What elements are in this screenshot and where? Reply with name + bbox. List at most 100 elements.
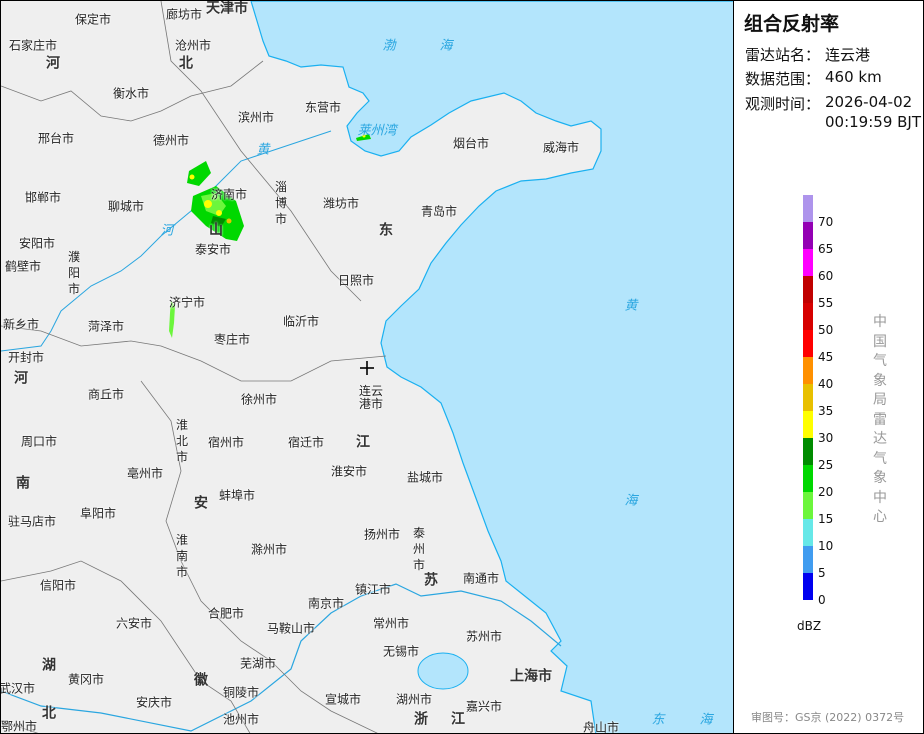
province-label: 东 xyxy=(379,222,393,239)
city-label: 六安市 xyxy=(115,616,153,631)
city-label: 安阳市 xyxy=(18,236,56,251)
city-label: 扬州市 xyxy=(363,527,401,542)
city-label: 淮安市 xyxy=(330,464,368,479)
city-label: 临沂市 xyxy=(282,314,320,329)
organization-label: 中国气象局雷达气象中心 xyxy=(873,314,887,525)
station-label: 雷达站名： xyxy=(745,46,821,64)
province-label: 浙 xyxy=(414,711,428,728)
city-label: 滨州市 xyxy=(237,110,275,125)
city-label: 芜湖市 xyxy=(239,656,277,671)
city-label: 泰安市 xyxy=(194,242,232,257)
city-label: 衡水市 xyxy=(112,86,150,101)
province-label: 徽 xyxy=(194,672,208,689)
city-label: 日照市 xyxy=(337,273,375,288)
time-row: 观测时间： 2026-04-02 00:19:59 BJT xyxy=(745,93,921,131)
city-label-vertical: 淮南市 xyxy=(175,533,188,579)
city-label: 商丘市 xyxy=(87,387,125,402)
time-value: 00:19:59 BJT xyxy=(825,113,922,131)
city-label: 邯郸市 xyxy=(24,190,62,205)
sea-label: 渤 xyxy=(382,38,396,54)
province-label: 湖 xyxy=(42,657,56,674)
city-label: 宿州市 xyxy=(207,435,245,450)
legend-swatch xyxy=(803,195,813,222)
city-label: 烟台市 xyxy=(452,136,490,151)
sea-label: 海 xyxy=(439,38,453,54)
city-label: 聊城市 xyxy=(107,199,145,214)
city-label: 嘉兴市 xyxy=(465,699,503,714)
city-label: 东营市 xyxy=(304,100,342,115)
city-label: 枣庄市 xyxy=(213,332,251,347)
city-label: 徐州市 xyxy=(240,392,278,407)
city-label: 阜阳市 xyxy=(79,506,117,521)
city-label: 济南市 xyxy=(210,187,248,202)
legend-swatch xyxy=(803,384,813,411)
legend-swatch xyxy=(803,222,813,249)
info-panel: 组合反射率 雷达站名： 连云港 数据范围： 460 km 观测时间： 2026-04-… xyxy=(734,0,924,734)
legend-tick: 35 xyxy=(818,404,834,418)
city-label: 信阳市 xyxy=(39,578,77,593)
radar-map[interactable]: 保定市 廊坊市 石家庄市 沧州市 衡水市 滨州市 东营市 德州市 邢台市 济南市… xyxy=(0,0,734,734)
city-label: 常州市 xyxy=(372,616,410,631)
legend-unit: dBZ xyxy=(797,619,822,633)
city-label: 石家庄市 xyxy=(8,38,58,53)
range-row: 数据范围： 460 km xyxy=(745,68,882,89)
map-approval-number: 审图号：GS京 (2022) 0372号 xyxy=(751,711,905,724)
province-label: 北 xyxy=(42,705,56,722)
legend-swatch xyxy=(803,519,813,546)
time-label: 观测时间： xyxy=(745,95,821,113)
city-label: 蚌埠市 xyxy=(218,488,256,503)
city-label: 廊坊市 xyxy=(165,7,203,22)
sea-label: 东 xyxy=(651,712,665,728)
province-label: 南 xyxy=(16,475,30,492)
province-label: 北 xyxy=(179,55,193,72)
city-label: 鄂州市 xyxy=(0,719,38,734)
date-value: 2026-04-02 xyxy=(825,93,913,111)
city-label: 镇江市 xyxy=(354,582,392,597)
city-label: 南京市 xyxy=(307,596,345,611)
city-label: 黄冈市 xyxy=(67,672,105,687)
city-label: 铜陵市 xyxy=(222,685,260,700)
province-label: 江 xyxy=(451,711,465,728)
legend-tick: 65 xyxy=(818,242,834,256)
legend-tick: 60 xyxy=(818,269,834,283)
taihu-lake xyxy=(417,652,469,690)
legend-swatch xyxy=(803,276,813,303)
legend-tick: 0 xyxy=(818,593,826,607)
city-label: 邢台市 xyxy=(37,131,75,146)
station-row: 雷达站名： 连云港 xyxy=(745,44,870,65)
city-label: 驻马店市 xyxy=(7,514,57,529)
province-label: 上海市 xyxy=(510,668,552,685)
legend-tick: 45 xyxy=(818,350,834,364)
range-value: 460 km xyxy=(825,68,882,86)
province-label: 苏 xyxy=(424,572,438,589)
radar-site-crosshair-icon xyxy=(360,361,374,375)
province-label: 山 xyxy=(209,222,223,239)
city-label: 德州市 xyxy=(152,133,190,148)
city-label: 沧州市 xyxy=(174,38,212,53)
city-label: 周口市 xyxy=(20,434,58,449)
city-label: 合肥市 xyxy=(207,606,245,621)
province-label: 天津市 xyxy=(206,0,248,17)
product-title: 组合反射率 xyxy=(744,13,840,35)
city-label: 潍坊市 xyxy=(322,196,360,211)
city-label: 舟山市 xyxy=(582,720,620,734)
legend-tick: 50 xyxy=(818,323,834,337)
province-label: 江 xyxy=(356,434,370,451)
legend-swatch xyxy=(803,357,813,384)
legend-tick: 25 xyxy=(818,458,834,472)
sea-label: 黄 xyxy=(624,298,638,314)
station-value: 连云港 xyxy=(825,46,871,64)
city-label: 亳州市 xyxy=(126,466,164,481)
city-label-vertical: 淮北市 xyxy=(175,418,188,464)
basemap xyxy=(1,1,733,733)
city-label-vertical: 泰州市 xyxy=(412,526,425,572)
province-label: 河 xyxy=(46,55,60,72)
city-label: 新乡市 xyxy=(2,317,40,332)
city-label: 盐城市 xyxy=(406,470,444,485)
city-label: 南通市 xyxy=(462,571,500,586)
range-label: 数据范围： xyxy=(745,70,821,88)
city-label: 无锡市 xyxy=(382,644,420,659)
city-label: 威海市 xyxy=(542,140,580,155)
city-label: 鹤壁市 xyxy=(4,259,42,274)
legend-tick: 30 xyxy=(818,431,834,445)
